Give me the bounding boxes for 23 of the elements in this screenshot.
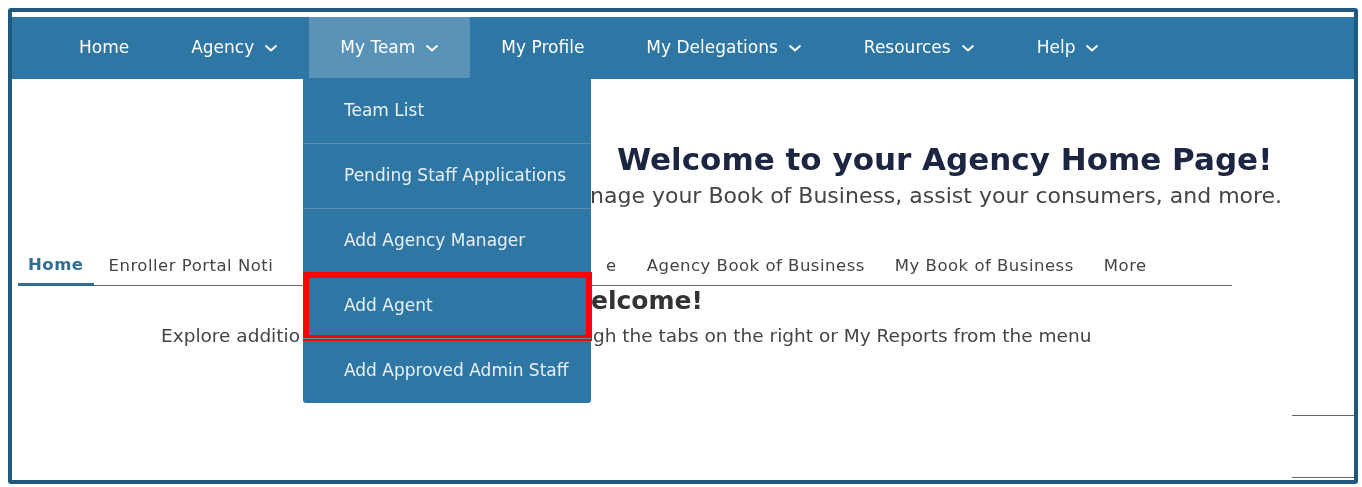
nav-menu-item[interactable]: My Delegations <box>615 17 833 79</box>
nav-link[interactable]: Home <box>48 17 161 79</box>
tab[interactable]: More <box>1088 248 1162 286</box>
tab[interactable]: Enroller Portal Noti <box>93 248 289 286</box>
menu-item[interactable]: Add Agent <box>303 273 591 338</box>
tab[interactable]: Agency Book of Business <box>631 248 880 286</box>
menu-item[interactable]: Add Approved Admin Staff <box>303 338 591 403</box>
page-title: Welcome to your Agency Home Page! <box>617 141 1273 177</box>
nav-menu-item[interactable]: Agency <box>160 17 310 79</box>
page-subtitle: nage your Book of Business, assist your consumers, and more. <box>590 183 1283 209</box>
nav-menu-item[interactable]: Resources <box>832 17 1006 79</box>
intro-text: Explore additio <box>161 325 300 347</box>
tab[interactable]: My Book of Business <box>879 248 1089 286</box>
tab[interactable]: e <box>591 248 632 286</box>
nav-link[interactable]: My Profile <box>470 17 616 79</box>
welcome-heading: elcome! <box>591 286 703 316</box>
menu-item[interactable]: Add Agency Manager <box>303 208 591 273</box>
tab[interactable]: Home <box>18 248 94 287</box>
nav-menu-item[interactable]: My Team <box>309 17 471 79</box>
menu-item[interactable]: Team List <box>303 78 591 143</box>
nav-menu-item[interactable]: Help <box>1005 17 1131 79</box>
intro-text: gh the tabs on the right or My Reports from the menu <box>593 324 1092 349</box>
menu-item[interactable]: Pending Staff Applications <box>303 143 591 208</box>
